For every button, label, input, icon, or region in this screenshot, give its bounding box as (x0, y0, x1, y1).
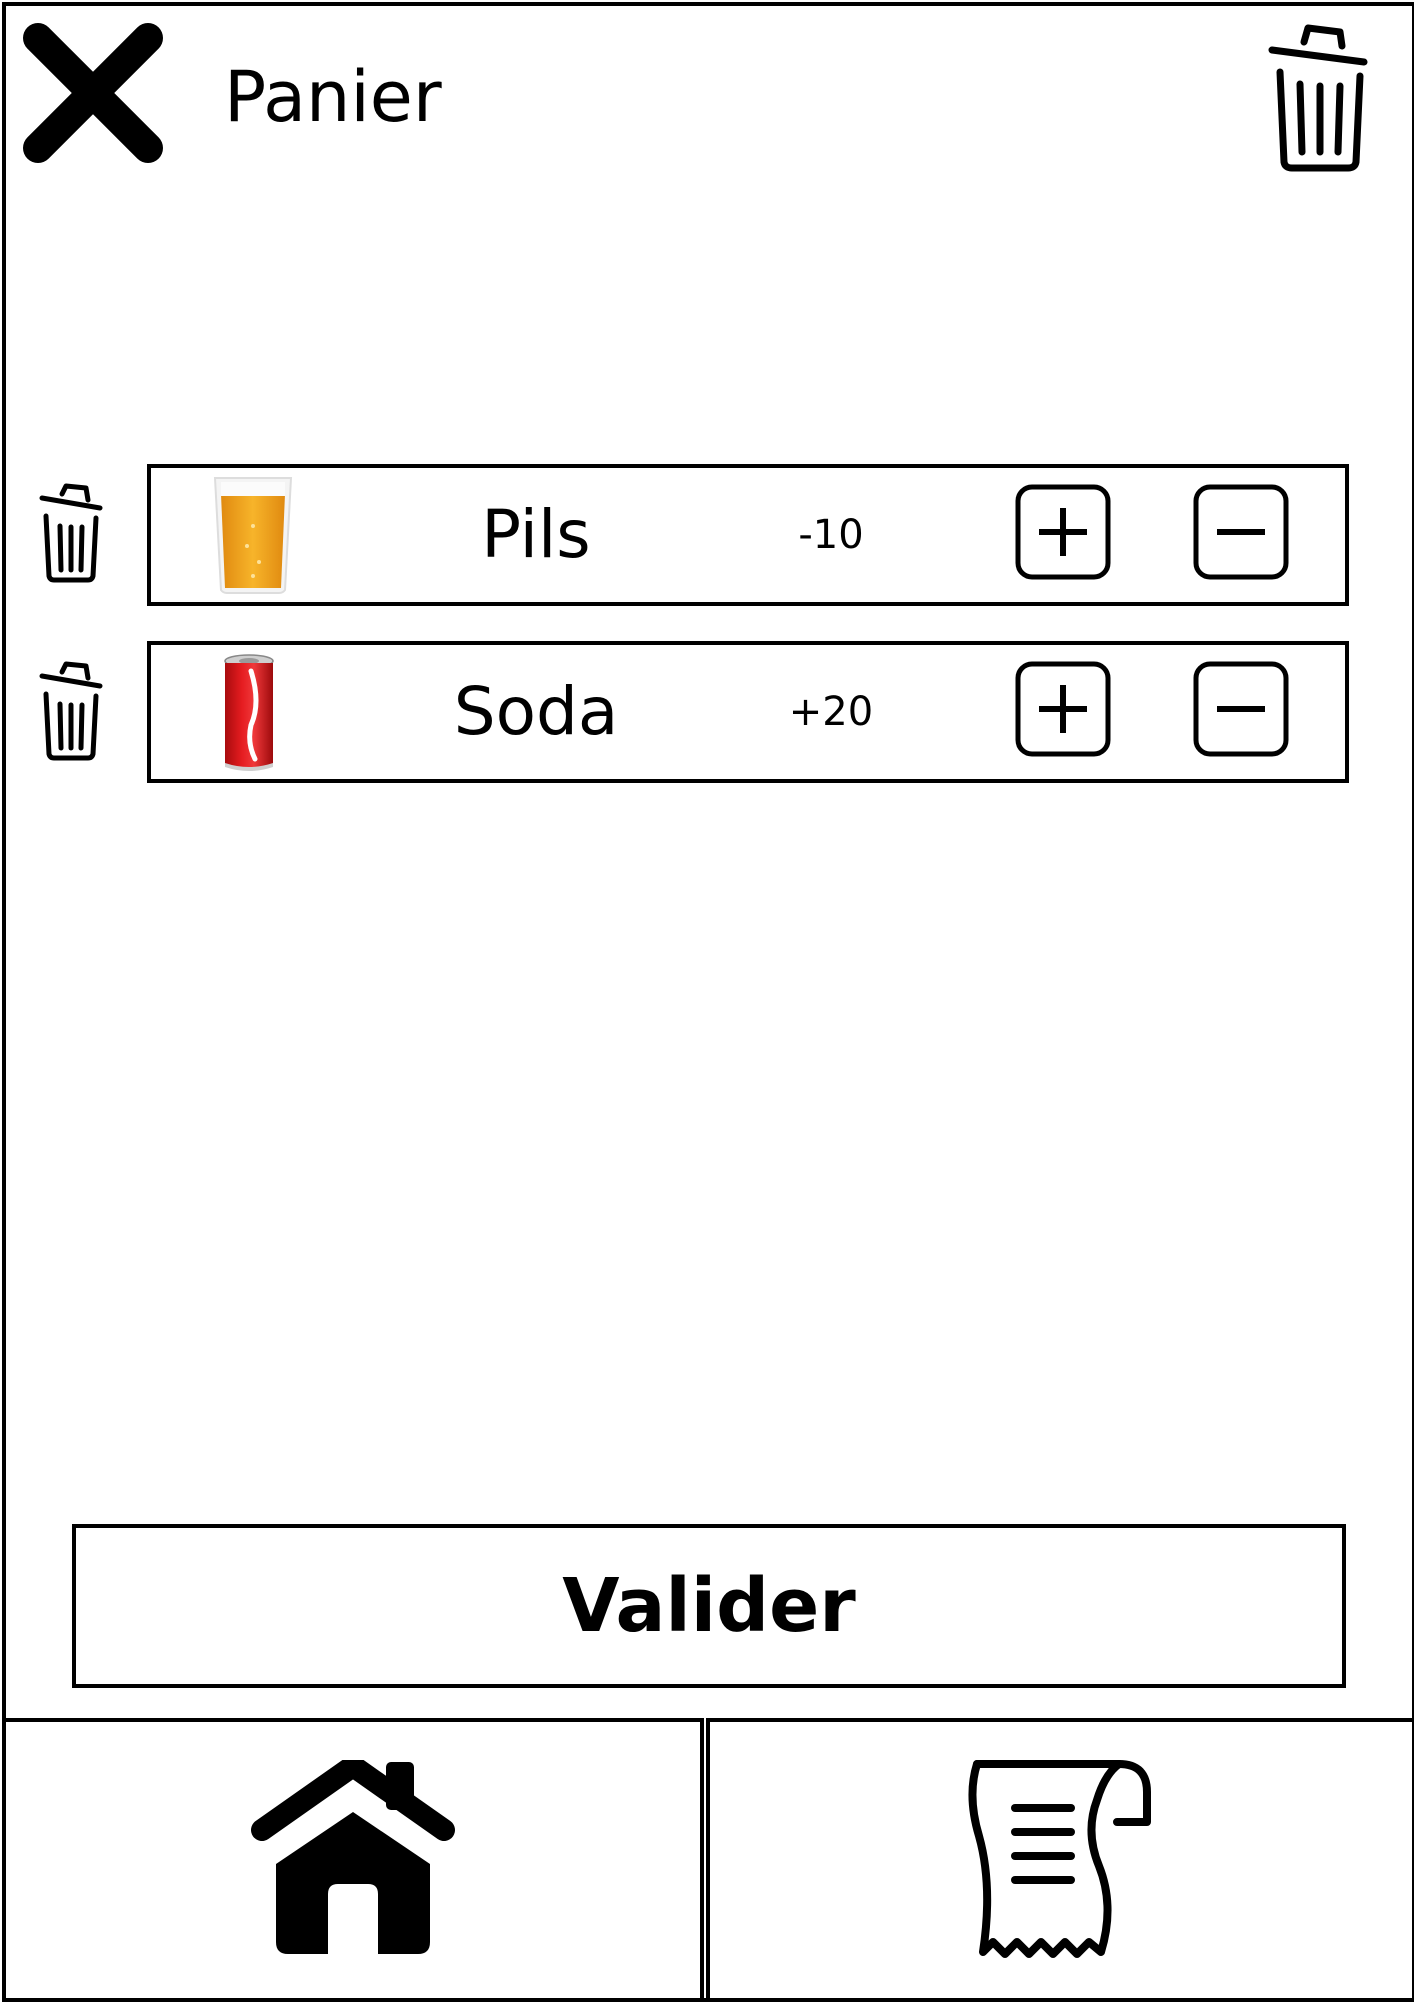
soda-can-icon (221, 653, 301, 771)
item-quantity: +20 (788, 689, 874, 735)
delete-item-pils-button[interactable] (38, 482, 104, 584)
clear-cart-button[interactable] (1266, 22, 1372, 172)
item-name: Soda (453, 673, 619, 750)
delete-item-soda-button[interactable] (38, 660, 104, 762)
close-icon (23, 23, 163, 163)
increase-quantity-button[interactable] (1015, 484, 1111, 580)
trash-icon (39, 483, 103, 583)
minus-icon (1193, 484, 1289, 580)
cart-item-row: Pils -10 (147, 464, 1349, 606)
decrease-quantity-button[interactable] (1193, 661, 1289, 757)
item-name: Pils (481, 496, 591, 573)
beer-glass-icon (213, 476, 293, 594)
trash-icon (39, 661, 103, 761)
page-title: Panier (224, 56, 442, 138)
increase-quantity-button[interactable] (1015, 661, 1111, 757)
close-button[interactable] (18, 18, 168, 168)
plus-icon (1015, 484, 1111, 580)
plus-icon (1015, 661, 1111, 757)
item-quantity: -10 (798, 512, 864, 558)
cart-item-row: Soda +20 (147, 641, 1349, 783)
trash-icon (1268, 24, 1368, 172)
nav-home-button[interactable] (6, 1722, 700, 1994)
app-frame (2, 2, 1414, 2002)
nav-receipt-button[interactable] (710, 1722, 1408, 1994)
home-icon (251, 1760, 455, 1954)
decrease-quantity-button[interactable] (1193, 484, 1289, 580)
receipt-icon (968, 1760, 1151, 1958)
bottom-nav-separator (700, 1718, 710, 1998)
minus-icon (1193, 661, 1289, 757)
validate-button[interactable]: Valider (72, 1524, 1346, 1688)
